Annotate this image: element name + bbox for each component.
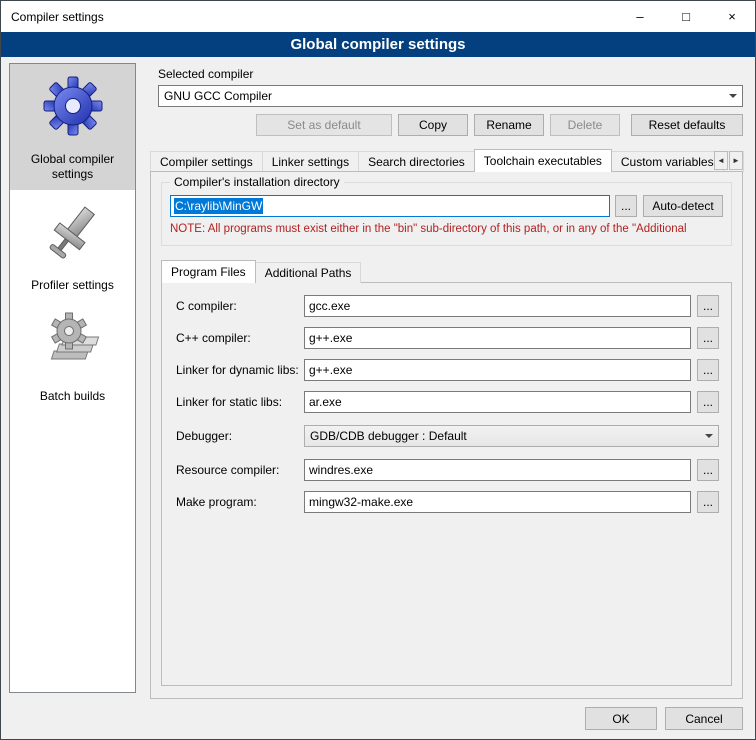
debugger-label: Debugger: (176, 429, 304, 443)
cpp-compiler-input[interactable] (304, 327, 691, 349)
sidebar-item-global-compiler-settings[interactable]: Global compiler settings (10, 64, 135, 190)
c-compiler-label: C compiler: (176, 299, 304, 313)
sidebar-item-label: Profiler settings (27, 278, 118, 293)
settings-category-list: Global compiler settings Profiler settin… (9, 63, 136, 693)
maximize-icon[interactable]: □ (663, 1, 709, 32)
titlebar: Compiler settings – □ × (1, 1, 755, 32)
main-panel: Selected compiler GNU GCC Compiler Set a… (146, 63, 747, 699)
make-program-browse-button[interactable]: ... (697, 491, 719, 513)
c-compiler-input[interactable] (304, 295, 691, 317)
make-program-row: Make program: ... (176, 491, 719, 513)
sidebar-item-batch-builds[interactable]: Batch builds (10, 301, 135, 412)
chevron-down-icon (700, 427, 717, 445)
program-files-tabbar: Program Files Additional Paths (161, 260, 360, 283)
gray-gear-stack-icon (41, 311, 105, 375)
program-files-page: C compiler: ... C++ compiler: ... Linker… (161, 282, 732, 686)
dynamic-linker-browse-button[interactable]: ... (697, 359, 719, 381)
resource-compiler-label: Resource compiler: (176, 463, 304, 477)
auto-detect-button[interactable]: Auto-detect (643, 195, 723, 217)
dialog-footer: OK Cancel (577, 707, 743, 730)
installation-directory-groupbox: Compiler's installation directory C:\ray… (161, 182, 732, 246)
cpp-compiler-browse-button[interactable]: ... (697, 327, 719, 349)
close-icon[interactable]: × (709, 1, 755, 32)
sidebar-item-profiler-settings[interactable]: Profiler settings (10, 190, 135, 301)
delete-button[interactable]: Delete (550, 114, 620, 136)
static-linker-label: Linker for static libs: (176, 395, 304, 409)
blue-gear-icon (41, 74, 105, 138)
installation-directory-row: C:\raylib\MinGW ... Auto-detect (170, 195, 723, 217)
toolchain-executables-page: Compiler's installation directory C:\ray… (150, 171, 743, 699)
installation-directory-input[interactable]: C:\raylib\MinGW (170, 195, 610, 217)
copy-button[interactable]: Copy (398, 114, 468, 136)
debugger-row: Debugger: GDB/CDB debugger : Default (176, 425, 719, 447)
tab-program-files[interactable]: Program Files (161, 260, 256, 283)
reset-defaults-button[interactable]: Reset defaults (631, 114, 743, 136)
window-title: Compiler settings (1, 10, 104, 24)
static-linker-row: Linker for static libs: ... (176, 391, 719, 413)
tab-toolchain-executables[interactable]: Toolchain executables (474, 149, 612, 172)
static-linker-browse-button[interactable]: ... (697, 391, 719, 413)
debugger-combobox[interactable]: GDB/CDB debugger : Default (304, 425, 719, 447)
resource-compiler-input[interactable] (304, 459, 691, 481)
settings-tabbar: Compiler settings Linker settings Search… (150, 149, 743, 172)
installation-directory-value: C:\raylib\MinGW (174, 198, 263, 214)
dynamic-linker-label: Linker for dynamic libs: (176, 363, 304, 377)
cpp-compiler-label: C++ compiler: (176, 331, 304, 345)
c-compiler-browse-button[interactable]: ... (697, 295, 719, 317)
compiler-settings-window: Compiler settings – □ × Global compiler … (0, 0, 756, 740)
sidebar-item-label: Batch builds (36, 389, 109, 404)
selected-compiler-value: GNU GCC Compiler (164, 89, 272, 103)
static-linker-input[interactable] (304, 391, 691, 413)
tab-search-directories[interactable]: Search directories (358, 151, 475, 172)
tab-scroll-buttons: ◄ ► (713, 151, 743, 170)
set-as-default-button[interactable]: Set as default (256, 114, 392, 136)
minimize-icon[interactable]: – (617, 1, 663, 32)
dynamic-linker-input[interactable] (304, 359, 691, 381)
cpp-compiler-row: C++ compiler: ... (176, 327, 719, 349)
compiler-action-buttons: Set as default Copy Rename Delete Reset … (158, 114, 743, 136)
rename-button[interactable]: Rename (474, 114, 544, 136)
c-compiler-row: C compiler: ... (176, 295, 719, 317)
selected-compiler-label: Selected compiler (158, 67, 253, 81)
tab-scroll-right-icon[interactable]: ► (729, 151, 743, 170)
window-controls: – □ × (617, 1, 755, 32)
debugger-value: GDB/CDB debugger : Default (310, 429, 467, 443)
make-program-label: Make program: (176, 495, 304, 509)
dialog-header: Global compiler settings (1, 32, 755, 57)
clamp-tool-icon (41, 200, 105, 264)
tab-scroll-left-icon[interactable]: ◄ (714, 151, 728, 170)
sidebar-item-label: Global compiler settings (12, 152, 133, 182)
tab-compiler-settings[interactable]: Compiler settings (150, 151, 263, 172)
browse-directory-button[interactable]: ... (615, 195, 637, 217)
chevron-down-icon (724, 87, 741, 105)
selected-compiler-combobox[interactable]: GNU GCC Compiler (158, 85, 743, 107)
resource-compiler-browse-button[interactable]: ... (697, 459, 719, 481)
resource-compiler-row: Resource compiler: ... (176, 459, 719, 481)
cancel-button[interactable]: Cancel (665, 707, 743, 730)
installation-directory-label: Compiler's installation directory (170, 175, 344, 189)
tab-custom-variables[interactable]: Custom variables (611, 151, 724, 172)
ok-button[interactable]: OK (585, 707, 657, 730)
make-program-input[interactable] (304, 491, 691, 513)
bin-subdirectory-note: NOTE: All programs must exist either in … (170, 223, 727, 235)
tab-additional-paths[interactable]: Additional Paths (255, 262, 362, 283)
dynamic-linker-row: Linker for dynamic libs: ... (176, 359, 719, 381)
tab-linker-settings[interactable]: Linker settings (262, 151, 359, 172)
